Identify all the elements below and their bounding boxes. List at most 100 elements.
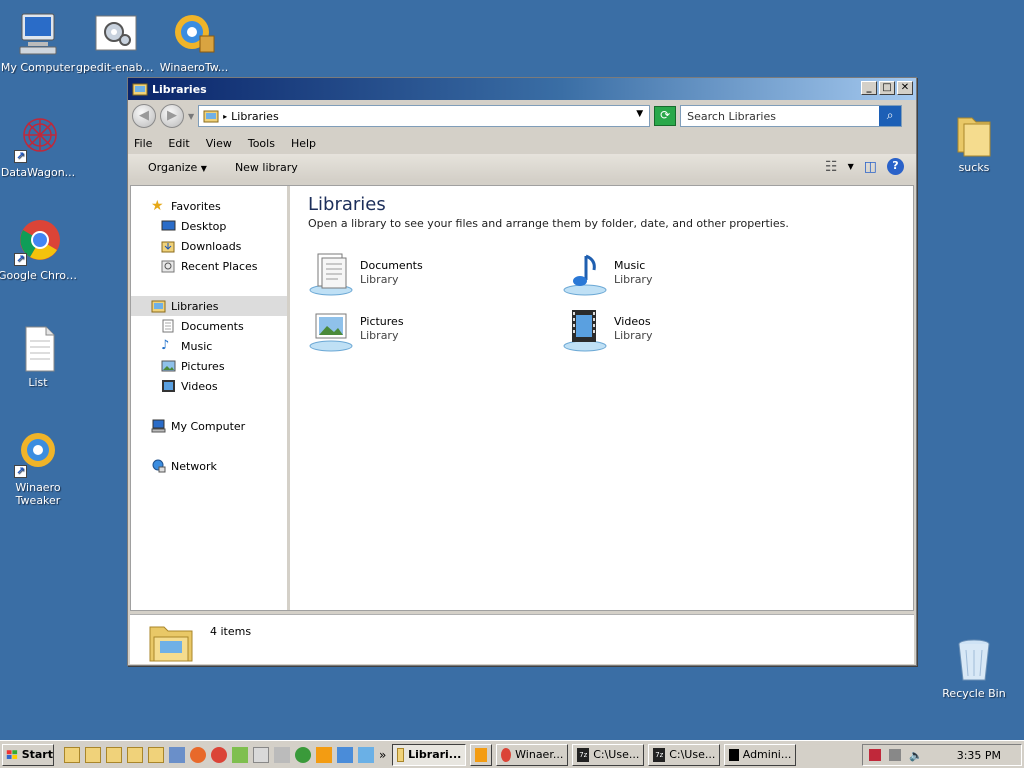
address-dropdown-icon[interactable]: ▼: [636, 109, 643, 119]
media-player-icon[interactable]: [316, 746, 332, 763]
text-file-icon: [14, 325, 62, 373]
task-winaero[interactable]: Winaer...: [496, 743, 569, 766]
task-media[interactable]: [470, 743, 493, 766]
nav-libraries[interactable]: Libraries: [131, 296, 287, 316]
library-name: Documents: [360, 259, 423, 272]
task-7zip-2[interactable]: 7z C:\Use...: [648, 743, 721, 766]
explorer-window[interactable]: Libraries _ □ ✕ ◀ ▶ ▼ ▸ Libraries ▼ ⟳ Se…: [127, 77, 917, 666]
library-music[interactable]: Music Library: [562, 248, 782, 298]
close-button[interactable]: ✕: [897, 81, 913, 95]
preview-pane-icon[interactable]: ◫: [864, 159, 877, 175]
organize-label: Organize: [148, 160, 198, 174]
desktop-icon-label: My Computer: [0, 61, 76, 74]
clock[interactable]: 3:35 PM: [957, 749, 1001, 762]
nav-my-computer[interactable]: My Computer: [131, 416, 287, 436]
desktop-icon-gpedit-enabler[interactable]: gpedit-enabler: [74, 10, 158, 74]
breadcrumb-chevron-icon[interactable]: ▸: [223, 112, 227, 121]
forward-button[interactable]: ▶: [160, 104, 184, 128]
task-libraries[interactable]: Librari...: [392, 743, 467, 766]
desktop-icon-list[interactable]: List: [0, 325, 80, 389]
refresh-button[interactable]: ⟳: [654, 106, 677, 126]
desktop-icon-datawagon[interactable]: ↗ DataWagon...: [0, 115, 80, 179]
xbox-icon[interactable]: [295, 746, 311, 763]
libraries-folder-icon: [149, 626, 193, 662]
view-dropdown-icon[interactable]: ▼: [848, 162, 854, 171]
search-icon[interactable]: ⌕: [879, 106, 902, 126]
start-button[interactable]: Start: [2, 743, 54, 766]
nav-network[interactable]: Network: [131, 456, 287, 476]
library-videos[interactable]: Videos Library: [562, 304, 782, 354]
nav-videos[interactable]: Videos: [131, 376, 287, 396]
desktop-icon-label: List: [28, 376, 48, 389]
folder-icon[interactable]: [148, 746, 164, 763]
new-library-button[interactable]: New library: [235, 161, 298, 174]
library-documents[interactable]: Documents Library: [308, 248, 528, 298]
desktop-icon-my-computer[interactable]: My Computer: [0, 10, 80, 74]
desktop-icon-winaero-tweaker-top[interactable]: WinaeroTw...: [152, 10, 236, 74]
library-pictures[interactable]: Pictures Library: [308, 304, 528, 354]
firefox-icon[interactable]: [190, 746, 206, 763]
menu-tools[interactable]: Tools: [248, 137, 275, 150]
computer-icon: [151, 419, 166, 433]
desktop-icon-google-chrome[interactable]: ↗ Google Chrome: [0, 218, 80, 282]
taskbar: Start » Librari... Winaer... 7z C:\Use..…: [0, 740, 1024, 768]
nav-music[interactable]: ♪ Music: [131, 336, 287, 356]
library-kind: Library: [614, 329, 653, 342]
pictures-icon: [161, 360, 176, 372]
folder-icon[interactable]: [127, 746, 143, 763]
library-name: Music: [614, 259, 646, 272]
minimize-button[interactable]: _: [861, 81, 877, 95]
nav-label: Recent Places: [181, 259, 258, 273]
quick-launch: »: [64, 746, 386, 763]
maximize-button[interactable]: □: [879, 81, 895, 95]
security-icon[interactable]: [869, 749, 881, 761]
volume-icon[interactable]: 🔈: [909, 749, 923, 762]
page-title: Libraries: [308, 194, 386, 215]
folder-icon[interactable]: [85, 746, 101, 763]
organize-button[interactable]: Organize ▼: [148, 161, 207, 174]
desktop-icon-recycle-bin[interactable]: Recycle Bin: [932, 636, 1016, 700]
nav-recent-places[interactable]: Recent Places: [131, 256, 287, 276]
desktop-icon-sucks-folder[interactable]: sucks: [932, 110, 1016, 174]
music-note-icon: ♪: [161, 338, 170, 353]
task-7zip-1[interactable]: 7z C:\Use...: [572, 743, 645, 766]
command-bar: Organize ▼ New library ☷ ▼ ◫ ?: [128, 154, 916, 180]
nav-label: Videos: [181, 379, 218, 393]
menu-edit[interactable]: Edit: [168, 137, 189, 150]
printer-icon[interactable]: [274, 746, 290, 763]
libraries-icon: [151, 300, 166, 313]
library-name: Videos: [614, 315, 651, 328]
view-options-icon[interactable]: ☷: [825, 159, 838, 175]
settings-icon[interactable]: [169, 746, 185, 763]
arrow-icon[interactable]: [358, 746, 374, 763]
help-icon[interactable]: ?: [887, 158, 904, 175]
history-dropdown-icon[interactable]: ▼: [188, 112, 194, 121]
network-icon[interactable]: [337, 746, 353, 763]
menu-view[interactable]: View: [206, 137, 232, 150]
nav-favorites[interactable]: ★ Favorites: [131, 196, 287, 216]
desktop-icon: [161, 220, 176, 231]
folder-icon[interactable]: [106, 746, 122, 763]
library-kind: Library: [360, 329, 399, 342]
window-titlebar[interactable]: Libraries _ □ ✕: [128, 78, 916, 100]
nav-downloads[interactable]: Downloads: [131, 236, 287, 256]
folder-icon[interactable]: [64, 746, 80, 763]
overflow-chevron-icon[interactable]: »: [379, 748, 386, 762]
task-admin-cmd[interactable]: Admini...: [724, 743, 797, 766]
edit-icon[interactable]: [253, 746, 269, 763]
nav-pictures[interactable]: Pictures: [131, 356, 287, 376]
menu-file[interactable]: File: [134, 137, 152, 150]
desktop-icon-winaero-tweaker[interactable]: ↗ Winaero Tweaker: [0, 430, 80, 507]
nav-label: Libraries: [171, 299, 219, 313]
nav-documents[interactable]: Documents: [131, 316, 287, 336]
navigation-pane: ★ Favorites Desktop Downloads Recent Pla…: [131, 186, 290, 610]
network-tray-icon[interactable]: [889, 749, 901, 761]
menu-help[interactable]: Help: [291, 137, 316, 150]
nav-desktop[interactable]: Desktop: [131, 216, 287, 236]
search-input[interactable]: Search Libraries ⌕: [680, 105, 903, 127]
notepad-icon[interactable]: [232, 746, 248, 763]
back-button[interactable]: ◀: [132, 104, 156, 128]
chrome-icon[interactable]: [211, 746, 227, 763]
address-bar[interactable]: ▸ Libraries ▼: [198, 105, 651, 127]
start-label: Start: [21, 748, 53, 761]
